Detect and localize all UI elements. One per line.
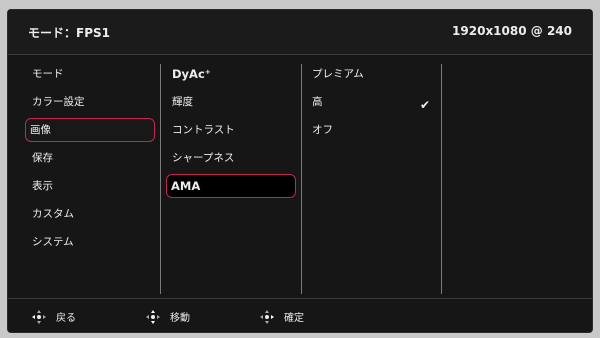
move-label: 移動: [170, 313, 190, 324]
osd-screen: モード：FPS1 1920x1080 @ 240 モード カラー設定 画像 保存…: [8, 10, 592, 332]
menu-item-color-settings[interactable]: カラー設定: [28, 91, 152, 113]
submenu-item-dyac[interactable]: DyAc⁺: [168, 63, 296, 85]
confirm-label: 確定: [284, 313, 304, 324]
joystick-updown-icon: [146, 309, 160, 324]
menu-item-save[interactable]: 保存: [28, 147, 152, 169]
confirm-hint: 確定: [260, 309, 304, 324]
column-divider: [301, 64, 302, 294]
osd-footer: 戻る 移動 確定: [8, 298, 592, 333]
submenu-item-brightness[interactable]: 輝度: [168, 91, 296, 113]
joystick-right-icon: [260, 309, 274, 324]
menu-item-display[interactable]: 表示: [28, 175, 152, 197]
option-premium[interactable]: プレミアム: [308, 63, 440, 85]
back-label: 戻る: [56, 313, 76, 324]
menu-item-system[interactable]: システム: [28, 231, 152, 253]
column-divider: [160, 64, 161, 294]
submenu-item-contrast[interactable]: コントラスト: [168, 119, 296, 141]
column-divider: [441, 64, 442, 294]
submenu-item-ama[interactable]: AMA: [166, 174, 296, 198]
osd-header: モード：FPS1 1920x1080 @ 240: [8, 10, 592, 55]
mode-label: モード：FPS1: [28, 26, 110, 40]
option-off[interactable]: オフ: [308, 119, 440, 141]
menu-item-mode[interactable]: モード: [28, 63, 152, 85]
menu-item-picture[interactable]: 画像: [25, 118, 155, 142]
move-hint: 移動: [146, 309, 190, 324]
menu-item-custom[interactable]: カスタム: [28, 203, 152, 225]
back-hint: 戻る: [32, 309, 76, 324]
joystick-left-icon: [32, 309, 46, 324]
checkmark-icon: ✔: [420, 98, 431, 112]
submenu-item-sharpness[interactable]: シャープネス: [168, 147, 296, 169]
resolution-readout: 1920x1080 @ 240: [452, 24, 572, 38]
